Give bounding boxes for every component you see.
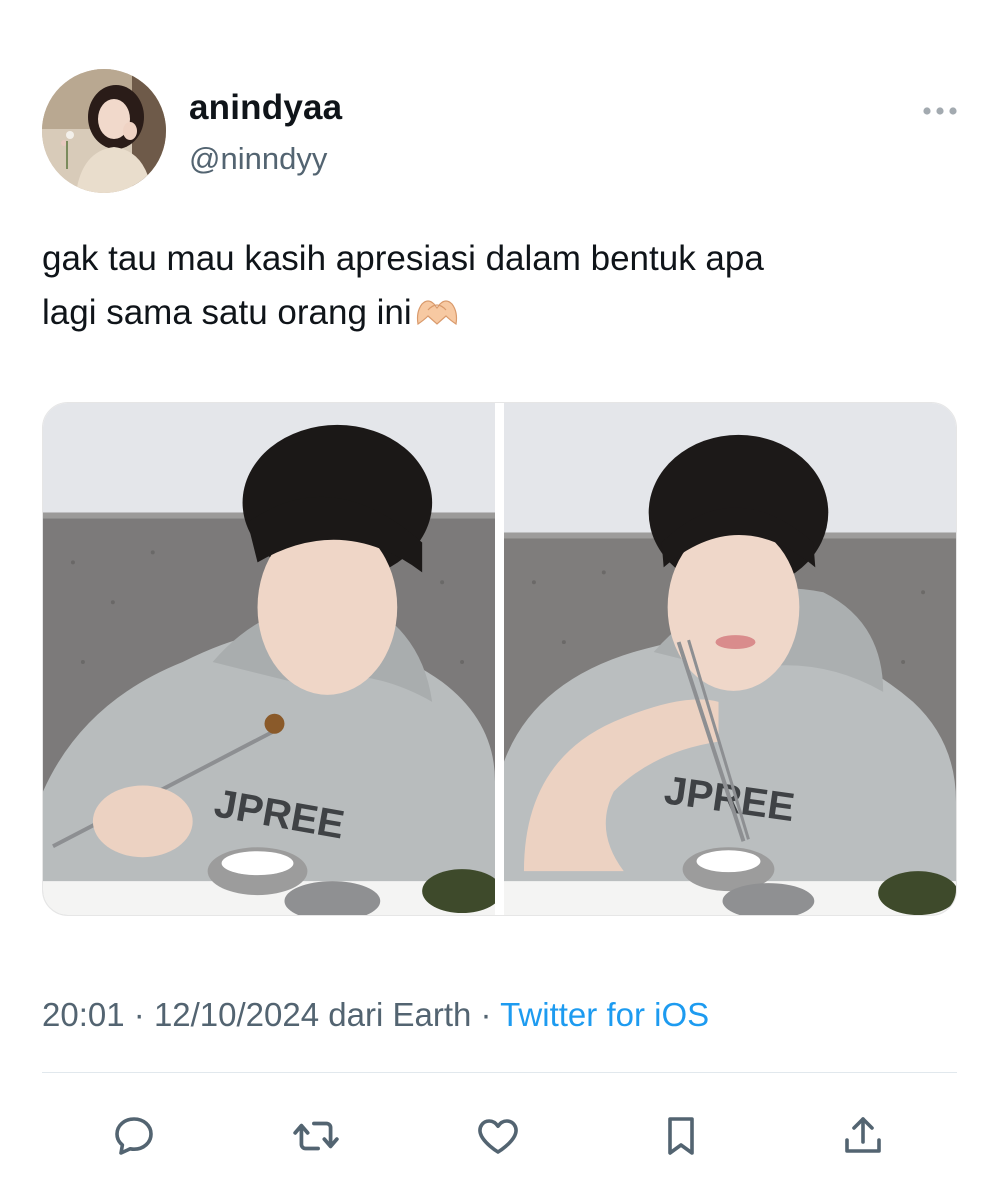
media-photo-1[interactable]: JPREE xyxy=(43,403,495,915)
share-icon xyxy=(845,1117,881,1153)
media-photo-2[interactable]: JPREE xyxy=(504,403,956,915)
retweet-button[interactable] xyxy=(286,1106,346,1166)
user-handle[interactable]: @ninndyy xyxy=(189,141,327,177)
tweet-time[interactable]: 20:01 xyxy=(42,996,125,1033)
tweet-text-line-2: lagi sama satu orang ini xyxy=(42,286,942,340)
share-button[interactable] xyxy=(833,1106,893,1166)
tweet-text-line-1: gak tau mau kasih apresiasi dalam bentuk… xyxy=(42,239,764,278)
meta-separator: · xyxy=(133,996,145,1033)
display-name[interactable]: anindyaa xyxy=(189,88,342,128)
photo-man-holding-chopsticks-icon: JPREE xyxy=(504,403,956,915)
avatar[interactable] xyxy=(42,69,166,193)
tweet-actions xyxy=(0,1106,998,1166)
retweet-icon xyxy=(293,1121,339,1151)
like-button[interactable] xyxy=(468,1106,528,1166)
tweet-date-location: 12/10/2024 dari Earth xyxy=(153,996,472,1033)
photo-man-eating-icon: JPREE xyxy=(43,403,495,915)
tweet-detail: anindyaa @ninndyy gak tau mau kasih apre… xyxy=(0,0,998,1200)
bookmark-button[interactable] xyxy=(651,1106,711,1166)
tweet-source-link[interactable]: Twitter for iOS xyxy=(500,996,709,1033)
like-icon xyxy=(478,1119,518,1154)
more-options-button[interactable] xyxy=(918,96,962,126)
bookmark-icon xyxy=(668,1117,694,1155)
reply-button[interactable] xyxy=(104,1106,164,1166)
profile-photo-icon xyxy=(42,69,166,193)
tweet-text-line-2-text: lagi sama satu orang ini xyxy=(42,293,412,332)
ellipsis-icon xyxy=(923,107,957,115)
tweet-text: gak tau mau kasih apresiasi dalam bentuk… xyxy=(42,232,942,340)
heart-hands-emoji-icon xyxy=(416,300,457,326)
reply-icon xyxy=(115,1117,153,1155)
tweet-meta: 20:01 · 12/10/2024 dari Earth · Twitter … xyxy=(42,996,709,1034)
meta-separator: · xyxy=(480,996,492,1033)
divider xyxy=(42,1072,957,1073)
media-grid: JPREE xyxy=(42,402,957,916)
